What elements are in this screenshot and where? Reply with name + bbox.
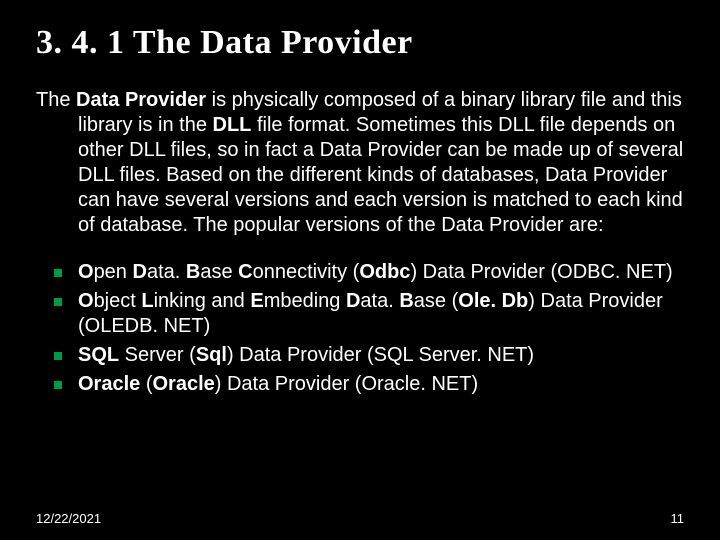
seg: ase [200,261,238,283]
seg: inking and [154,290,251,312]
seg: B [186,261,200,283]
seg: ) Data Provider (SQL Server. NET) [227,344,534,366]
seg: ase ( [414,290,458,312]
list-item: Object Linking and Embeding Data. Base (… [50,289,684,339]
seg: Odbc [359,261,410,283]
seg: Ole. Db [458,290,528,312]
list-item: Oracle (Oracle) Data Provider (Oracle. N… [50,372,684,397]
seg: ( [140,373,152,395]
versions-list: Open Data. Base Connectivity (Odbc) Data… [36,260,684,397]
seg: O [78,261,94,283]
intro-paragraph: The Data Provider is physically composed… [36,88,684,238]
seg: L [141,290,153,312]
list-item: Open Data. Base Connectivity (Odbc) Data… [50,260,684,285]
footer-date: 12/22/2021 [36,511,101,526]
seg: Server ( [119,344,196,366]
seg: ata. [147,261,186,283]
seg: Oracle [78,373,140,395]
seg: onnectivity ( [253,261,360,283]
seg: pen [94,261,133,283]
seg: Sql [196,344,227,366]
seg: Oracle [152,373,214,395]
para-lead-bold: Data Provider [76,89,206,111]
para-lead-pre: The [36,89,76,111]
seg: mbeding [264,290,346,312]
slide: 3. 4. 1 The Data Provider The Data Provi… [0,0,720,540]
seg: D [346,290,360,312]
seg: bject [94,290,142,312]
footer-page: 11 [671,511,685,526]
seg: O [78,290,94,312]
seg: C [238,261,252,283]
seg: ata. [360,290,399,312]
seg: B [399,290,413,312]
list-item: SQL Server (Sql) Data Provider (SQL Serv… [50,343,684,368]
seg: ) Data Provider (Oracle. NET) [215,373,478,395]
page-title: 3. 4. 1 The Data Provider [36,24,684,62]
seg: D [133,261,147,283]
footer: 12/22/2021 11 [36,511,684,526]
seg: SQL [78,344,119,366]
seg: E [250,290,263,312]
para-dll: DLL [213,114,252,136]
seg: ) Data Provider (ODBC. NET) [410,261,672,283]
